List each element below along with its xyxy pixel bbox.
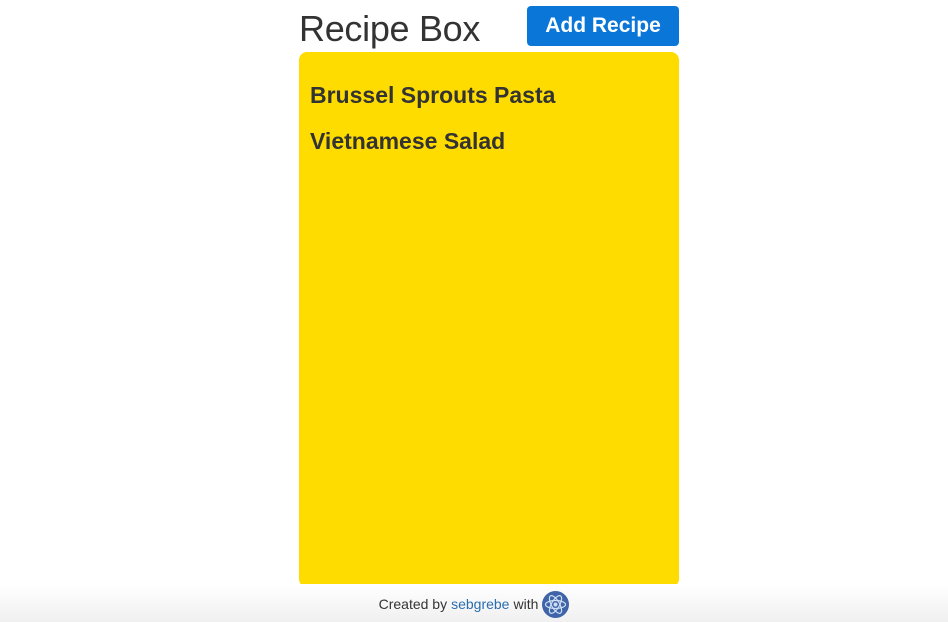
- react-logo-icon[interactable]: [542, 590, 570, 618]
- header: Recipe Box Add Recipe: [299, 5, 679, 49]
- react-logo-icon-graphic: [545, 594, 567, 614]
- author-link[interactable]: sebgrebe: [451, 596, 509, 612]
- recipe-list: Brussel Sprouts Pasta Vietnamese Salad: [310, 80, 679, 156]
- add-recipe-button[interactable]: Add Recipe: [527, 6, 679, 46]
- recipe-item-vietnamese-salad[interactable]: Vietnamese Salad: [310, 126, 679, 156]
- recipe-list-panel: Brussel Sprouts Pasta Vietnamese Salad: [299, 52, 679, 587]
- recipe-box-app: Recipe Box Add Recipe Brussel Sprouts Pa…: [0, 0, 948, 622]
- page-title: Recipe Box: [299, 8, 481, 49]
- footer: Created by sebgrebe with: [0, 584, 948, 622]
- recipe-item-brussel-sprouts-pasta[interactable]: Brussel Sprouts Pasta: [310, 80, 679, 110]
- footer-with-text: with: [513, 596, 539, 612]
- footer-created-by-text: Created by: [378, 596, 448, 612]
